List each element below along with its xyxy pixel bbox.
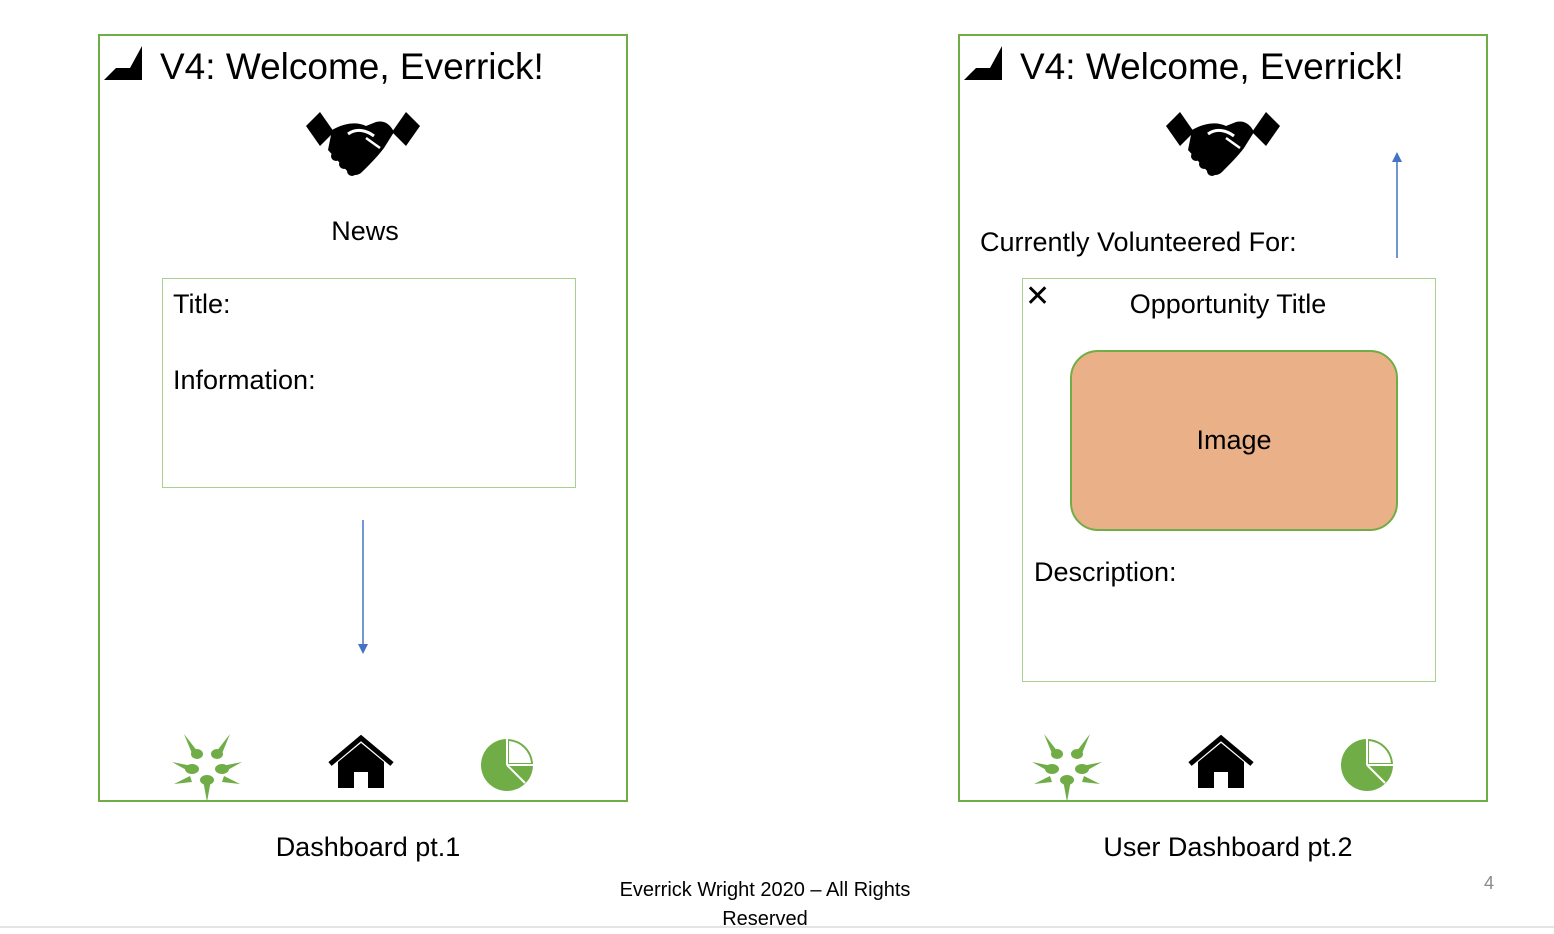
- opportunity-title: Opportunity Title: [1129, 289, 1327, 319]
- page-number: 4: [1484, 873, 1495, 893]
- signal-corner-icon: [964, 46, 1002, 80]
- page-title: V4: Welcome, Everrick!: [1020, 46, 1404, 87]
- currently-volunteered-heading: Currently Volunteered For:: [980, 227, 1297, 257]
- opportunity-image: Image: [1070, 350, 1398, 531]
- description-label: Description:: [1034, 557, 1177, 587]
- signal-corner-icon: [104, 46, 142, 80]
- user-dashboard-pt2-caption: User Dashboard pt.2: [1103, 832, 1353, 862]
- slide-bottom-divider: [0, 926, 1554, 928]
- news-information-label: Information:: [173, 365, 316, 395]
- news-heading: News: [331, 216, 399, 246]
- pie-chart-icon[interactable]: [1340, 738, 1394, 792]
- news-card[interactable]: Title: Information:: [162, 278, 576, 488]
- close-icon[interactable]: ✕: [1025, 279, 1050, 315]
- home-icon[interactable]: [1188, 734, 1254, 788]
- opportunity-card[interactable]: ✕ Opportunity Title Image Description:: [1022, 278, 1436, 682]
- pie-chart-icon[interactable]: [480, 738, 534, 792]
- scroll-up-arrow: [1392, 152, 1402, 258]
- page-title: V4: Welcome, Everrick!: [160, 46, 544, 87]
- handshake-icon: [1166, 112, 1280, 176]
- home-icon[interactable]: [328, 734, 394, 788]
- volunteer-hands-icon[interactable]: [1030, 732, 1104, 802]
- slide: { "left_screen": { "title": "V4: Welcome…: [0, 0, 1554, 930]
- news-title-label: Title:: [173, 289, 231, 319]
- dashboard-pt1-caption: Dashboard pt.1: [275, 832, 461, 862]
- handshake-icon: [306, 112, 420, 176]
- scroll-down-arrow: [358, 520, 368, 654]
- image-placeholder-label: Image: [1196, 425, 1272, 455]
- copyright-line-1: Everrick Wright 2020 – All Rights: [619, 879, 911, 901]
- volunteer-hands-icon[interactable]: [170, 732, 244, 802]
